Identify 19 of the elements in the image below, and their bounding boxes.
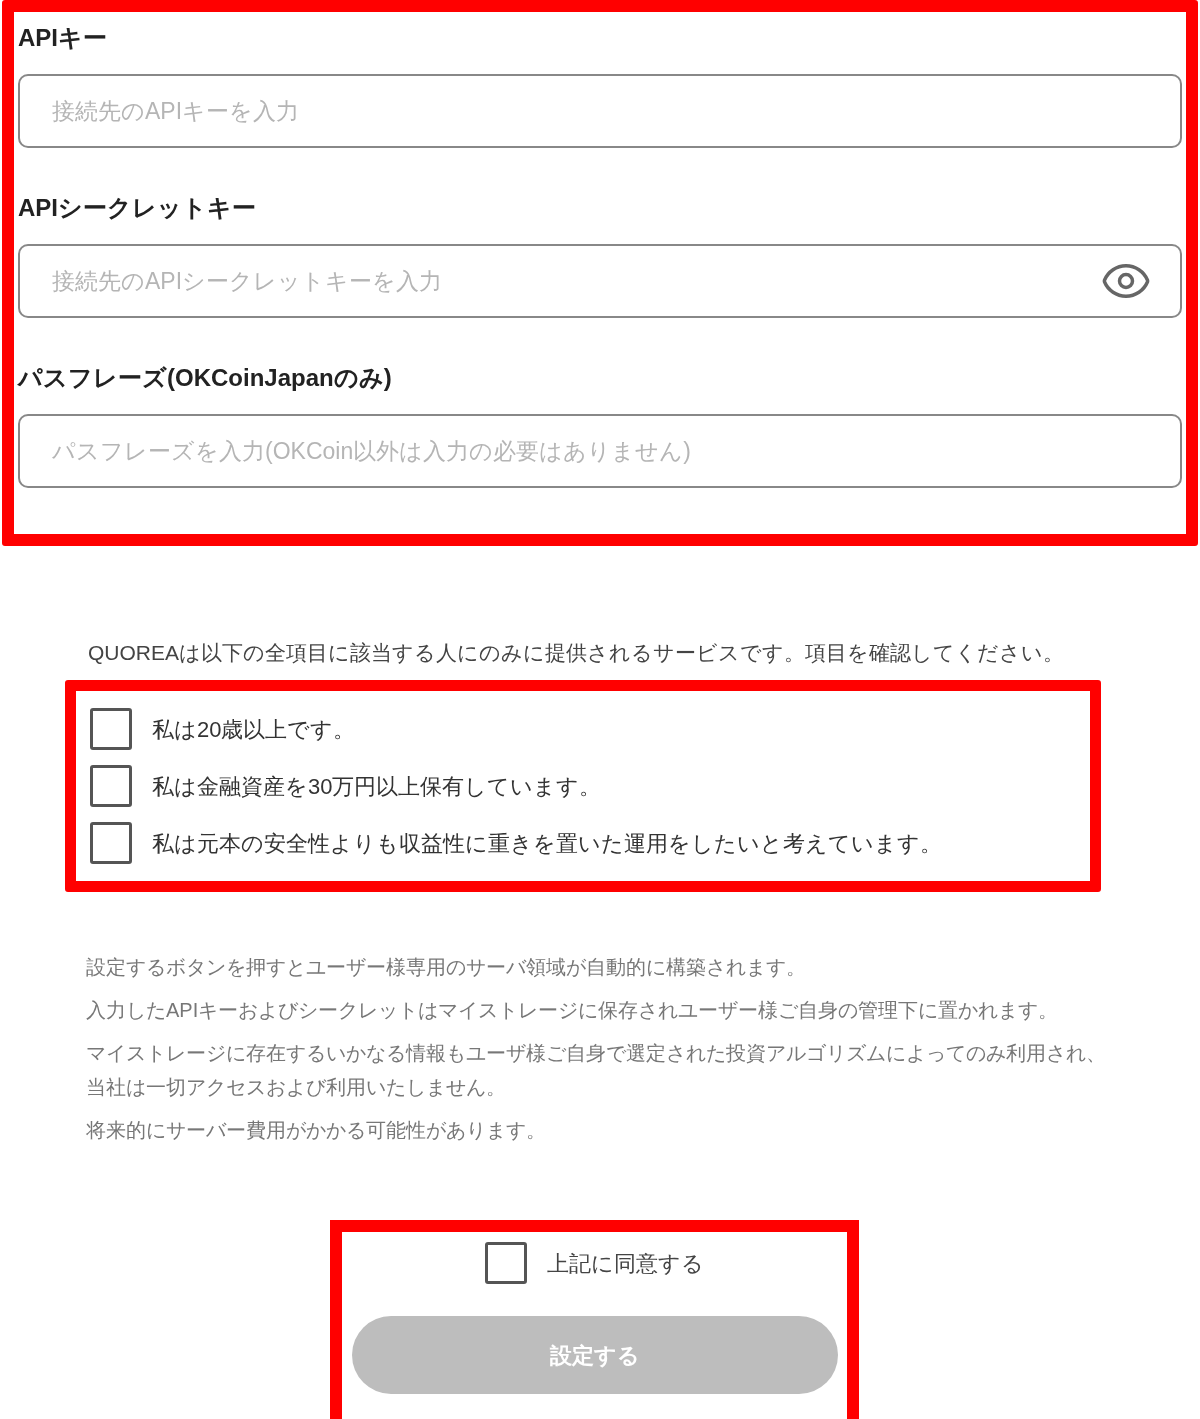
checkbox[interactable] [90,708,132,750]
note-text: マイストレージに存在するいかなる情報もユーザ様ご自身で選定された投資アルゴリズムによってのみ利用され、当社は一切アクセスおよび利用いたしません。 [86,1041,1106,1100]
field-label: APIキー [18,23,108,53]
condition-label: 私は元本の安全性よりも収益性に重きを置いた運用をしたいと考えています。 [152,829,942,858]
note-text: 設定するボタンを押すとユーザー様専用のサーバ領域が自動的に構築されます。 [86,955,807,980]
checkbox[interactable] [485,1242,527,1284]
input-field[interactable]: パスフレーズを入力(OKCoin以外は入力の必要はありません) [18,414,1182,488]
agree-label: 上記に同意する [547,1249,704,1278]
field-label: パスフレーズ(OKCoinJapanのみ) [18,363,393,393]
input-field[interactable]: 接続先のAPIシークレットキーを入力 [18,244,1182,318]
note-text: 入力したAPIキーおよびシークレットはマイストレージに保存されユーザー様ご自身の管理下に置かれます。 [86,998,1060,1023]
field-label: APIシークレットキー [18,193,257,223]
notice-text: QUOREAは以下の全項目に該当する人にのみに提供されるサービスです。項目を確認してください。 [88,640,1065,666]
condition-label: 私は20歳以上です。 [152,715,356,744]
checkbox[interactable] [90,822,132,864]
condition-label: 私は金融資産を30万円以上保有しています。 [152,772,602,801]
checkbox[interactable] [90,765,132,807]
note-text: 将来的にサーバー費用がかかる可能性があります。 [86,1118,547,1143]
input-field[interactable]: 接続先のAPIキーを入力 [18,74,1182,148]
